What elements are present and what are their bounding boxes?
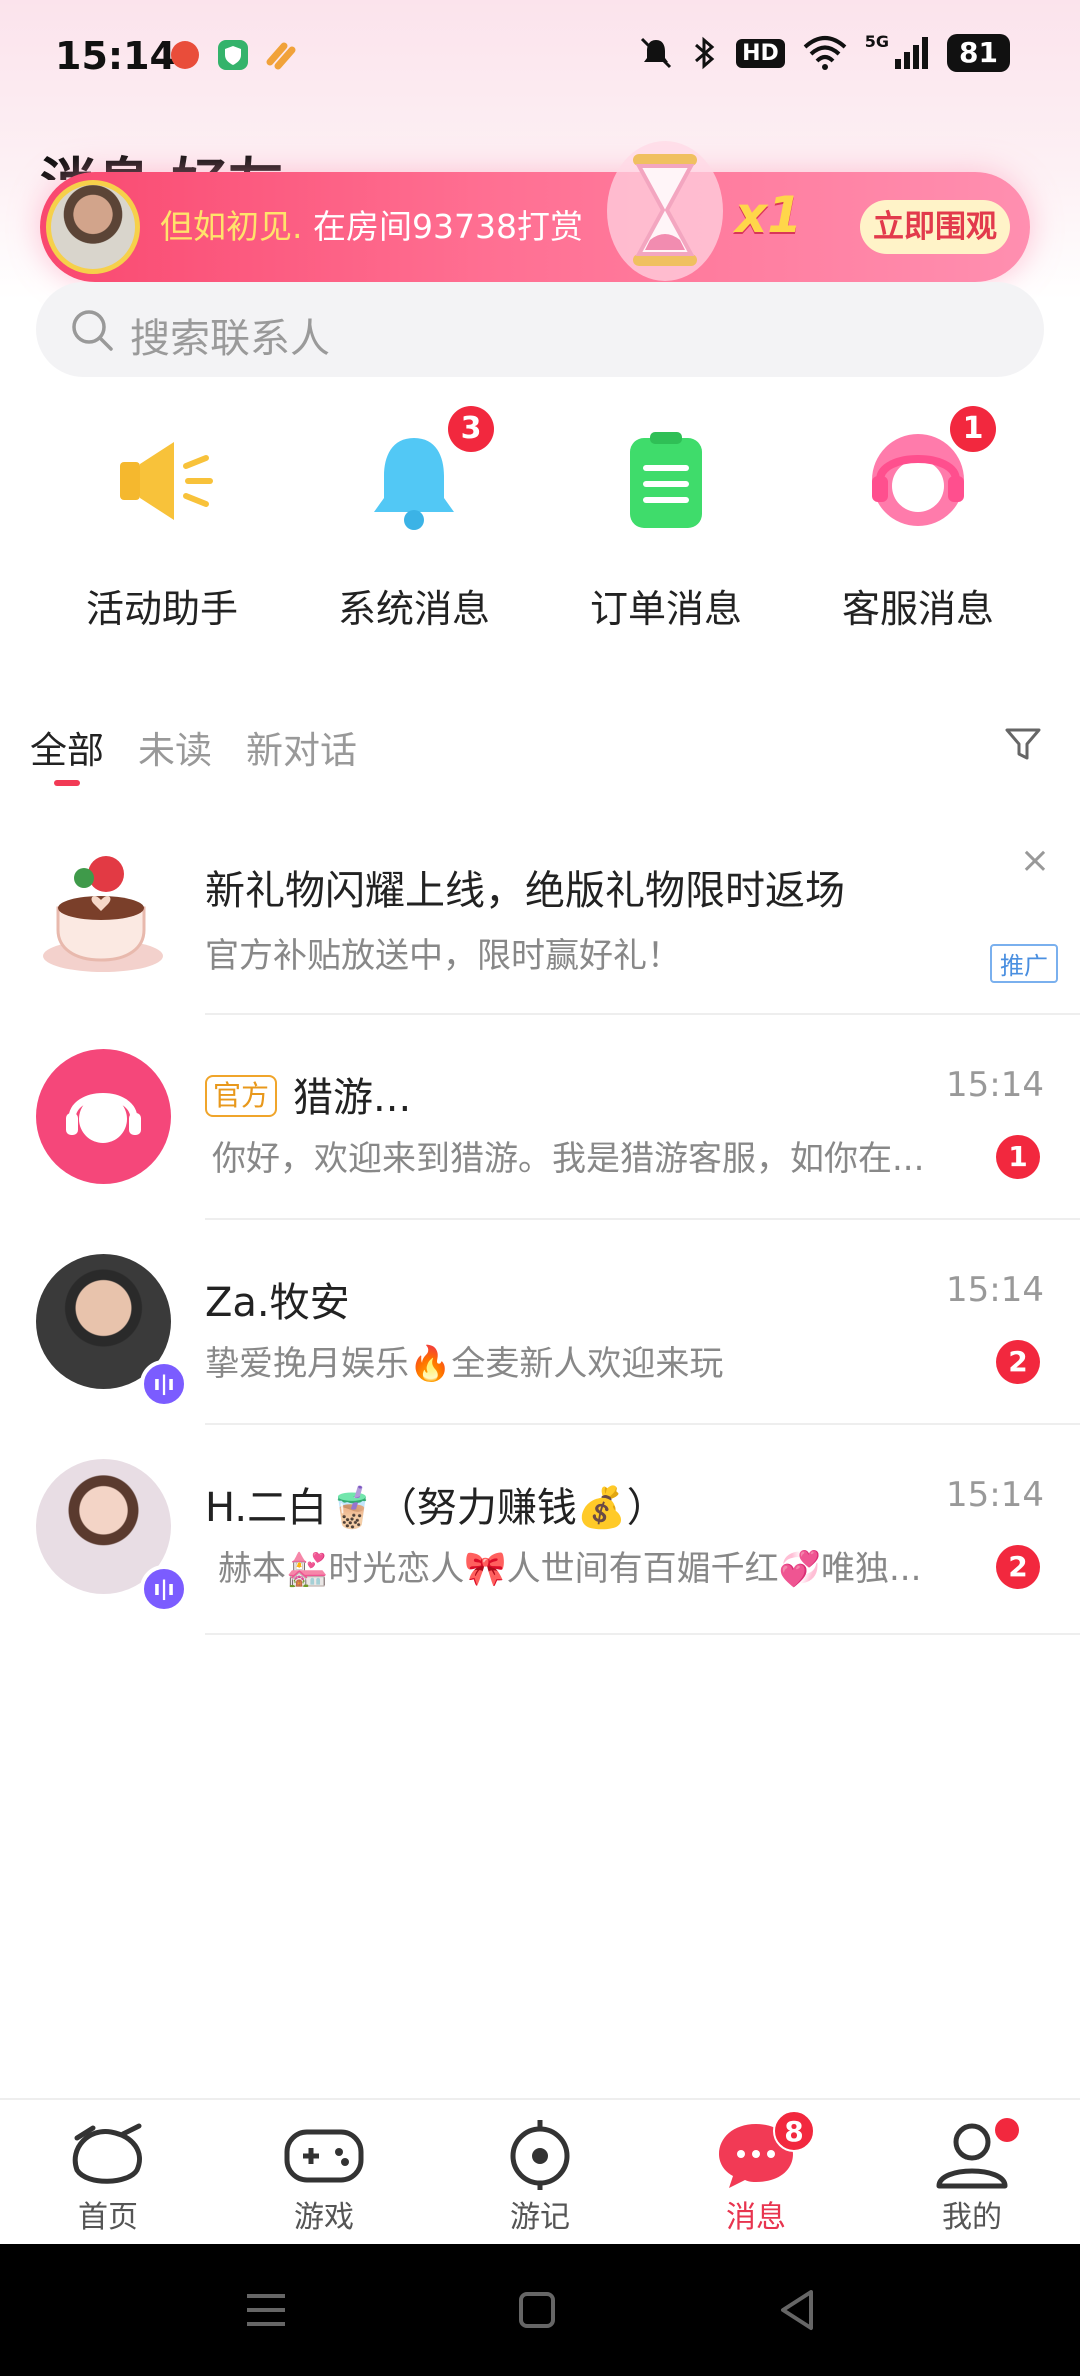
quick-system-messages[interactable]: 3 系统消息 (288, 406, 540, 633)
official-tag: 官方 (205, 1075, 278, 1117)
shield-icon (218, 40, 248, 70)
conversation-title: 猎游... (293, 1075, 412, 1121)
clipboard-icon (630, 432, 702, 528)
unread-badge: 3 (448, 406, 494, 452)
conversation-preview: 挚爱挽月娱乐🔥全麦新人欢迎来玩 (205, 1344, 724, 1384)
nav-label: 游戏 (294, 2200, 354, 2235)
tab-unread[interactable]: 未读 (138, 720, 212, 774)
unread-badge: 8 (773, 2110, 815, 2152)
promo-title: 新礼物闪耀上线，绝版礼物限时返场 (205, 868, 845, 914)
conversation-item[interactable]: ı|ı H.二白🧋（努力赚钱💰） 15:14 赫本💒时光恋人🎀人世间有百媚千红💞… (0, 1425, 1080, 1635)
conversation-preview: 你好，欢迎来到猎游。我是猎游客服，如你在... (212, 1139, 925, 1179)
avatar (36, 1049, 171, 1184)
tab-new-chats[interactable]: 新对话 (246, 720, 357, 774)
bottom-nav: 首页 游戏 游记 8 消息 我的 (0, 2098, 1080, 2244)
signal-icon (895, 37, 929, 69)
home-icon (72, 2123, 142, 2184)
watch-now-button[interactable]: 立即围观 (860, 200, 1010, 254)
quick-service-messages[interactable]: 1 客服消息 (792, 406, 1044, 633)
hd-indicator: HD (736, 38, 785, 68)
conversation-title: Za.牧安 (205, 1280, 350, 1326)
divider (205, 1633, 1080, 1635)
gamepad-icon (284, 2129, 364, 2183)
conversation-time: 15:14 (946, 1270, 1044, 1310)
red-dot-badge (995, 2118, 1019, 2142)
nav-label: 消息 (726, 2200, 786, 2235)
nav-messages[interactable]: 8 消息 (696, 2110, 816, 2236)
conversation-time: 15:14 (946, 1475, 1044, 1515)
status-time: 15:14 (55, 34, 176, 78)
ad-tag: 推广 (990, 944, 1058, 983)
filter-icon[interactable] (1003, 724, 1043, 764)
nav-profile[interactable]: 我的 (912, 2118, 1032, 2236)
promo-item[interactable]: 新礼物闪耀上线，绝版礼物限时返场 官方补贴放送中，限时赢好礼！ × 推广 (0, 810, 1080, 1015)
quick-actions: 活动助手 3 系统消息 订单消息 1 客服消息 (0, 406, 1080, 640)
unread-badge: 1 (950, 406, 996, 452)
active-tab-indicator (54, 780, 80, 786)
close-icon[interactable]: × (1020, 840, 1050, 881)
status-app-icons (168, 38, 298, 72)
menu-icon[interactable] (245, 2290, 287, 2330)
nav-label: 游记 (510, 2200, 570, 2235)
battery-level: 81 (947, 34, 1010, 72)
unread-badge: 2 (996, 1545, 1040, 1589)
quick-label: 系统消息 (337, 587, 490, 631)
network-type: 5G (864, 31, 890, 51)
app-link-icon (266, 42, 296, 70)
target-icon (510, 2120, 570, 2190)
quick-activity-assistant[interactable]: 活动助手 (36, 420, 288, 633)
quick-label: 活动助手 (85, 587, 238, 631)
nav-home[interactable]: 首页 (48, 2118, 168, 2236)
status-right: HD 5G 81 (638, 31, 1010, 72)
gift-broadcast-banner[interactable]: 但如初见. 在房间93738打赏 x1 立即围观 (40, 141, 1030, 282)
search-placeholder: 搜索联系人 (130, 316, 330, 362)
home-square-icon[interactable] (517, 2290, 557, 2330)
conversation-item[interactable]: 官方 猎游... 15:14 你好，欢迎来到猎游。我是猎游客服，如你在... 1 (0, 1015, 1080, 1220)
banner-username: 但如初见. (160, 207, 303, 246)
nav-games[interactable]: 游戏 (264, 2118, 384, 2236)
conversation-time: 15:14 (946, 1065, 1044, 1105)
coffee-gift-icon (43, 856, 163, 972)
bell-muted-icon (641, 37, 672, 69)
live-voice-icon: ı|ı (140, 1360, 188, 1408)
wifi-icon (803, 36, 847, 70)
hourglass-gift-icon (607, 141, 723, 281)
bluetooth-icon (695, 36, 715, 70)
headset-icon (66, 1093, 141, 1143)
status-bar: 15:14 HD 5G 81 (0, 0, 1080, 120)
quick-order-messages[interactable]: 订单消息 (540, 420, 792, 633)
banner-message: 但如初见. 在房间93738打赏 (160, 200, 583, 248)
conversation-preview: 赫本💒时光恋人🎀人世间有百媚千红💞唯独... (218, 1549, 922, 1589)
nav-label: 首页 (78, 2200, 138, 2235)
live-voice-icon: ı|ı (140, 1565, 188, 1613)
megaphone-icon (120, 442, 213, 520)
conversation-name: 官方 猎游... (205, 1065, 411, 1123)
avatar (46, 180, 140, 274)
unread-badge: 2 (996, 1340, 1040, 1384)
nav-label: 我的 (942, 2200, 1002, 2235)
search-bar[interactable]: 搜索联系人 (36, 282, 1044, 377)
conversation-item[interactable]: ı|ı Za.牧安 15:14 挚爱挽月娱乐🔥全麦新人欢迎来玩 2 (0, 1220, 1080, 1425)
nav-journal[interactable]: 游记 (480, 2118, 600, 2236)
conversation-title: H.二白🧋（努力赚钱💰） (205, 1485, 667, 1531)
quick-label: 订单消息 (589, 587, 742, 631)
back-icon[interactable] (777, 2288, 817, 2332)
banner-action-text: 在房间93738打赏 (313, 207, 583, 246)
gift-multiplier: x1 (735, 186, 803, 244)
app-notify-icon (171, 41, 199, 69)
quick-label: 客服消息 (841, 587, 994, 631)
tab-all[interactable]: 全部 (30, 720, 104, 774)
unread-badge: 1 (996, 1135, 1040, 1179)
search-icon (72, 310, 113, 351)
system-nav-bar (0, 2244, 1080, 2376)
promo-subtitle: 官方补贴放送中，限时赢好礼！ (205, 936, 681, 976)
